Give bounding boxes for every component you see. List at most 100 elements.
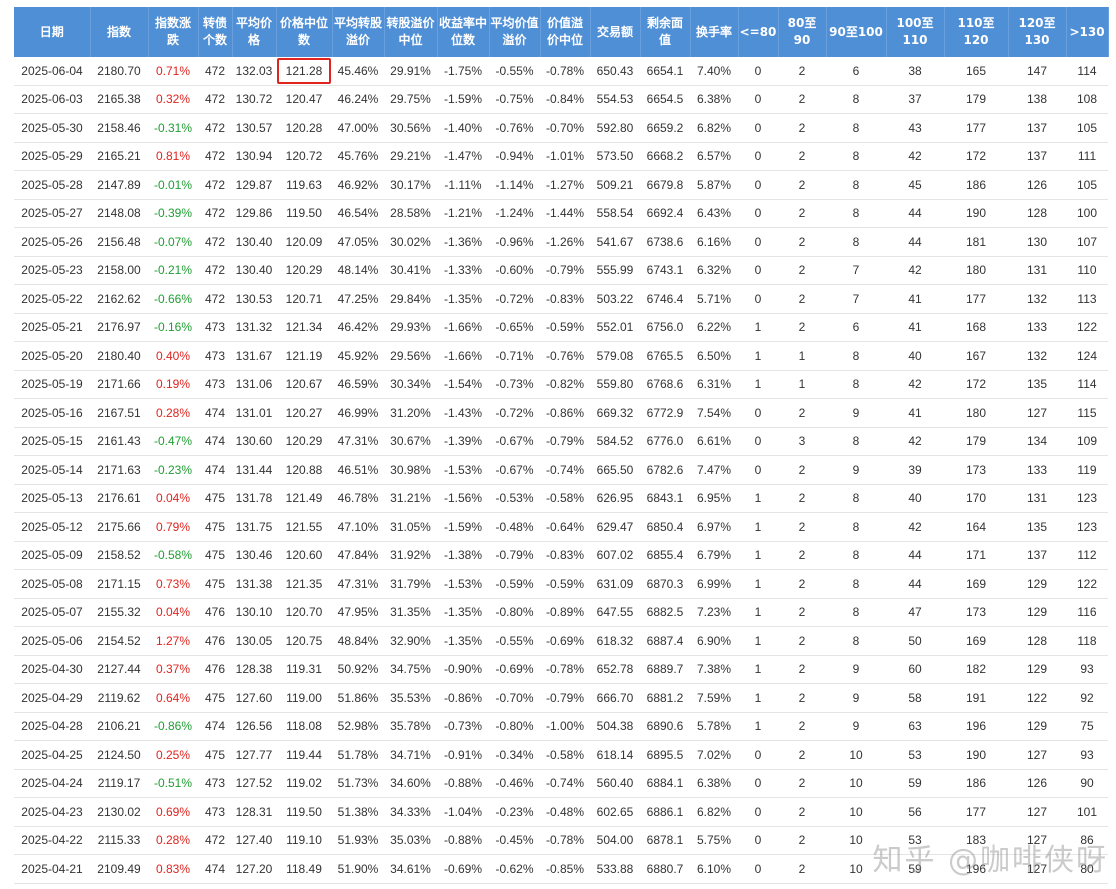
table-cell: 6.61%: [690, 427, 738, 456]
table-cell: 2025-05-30: [14, 113, 90, 143]
table-cell: 2: [778, 256, 826, 285]
column-header[interactable]: 指数: [90, 7, 149, 57]
table-cell: 6886.1: [640, 797, 690, 827]
table-row: 2025-05-22 2162.62 -0.66% 472 130.53 120.71 47…: [14, 284, 1108, 314]
table-cell: 6.82%: [690, 113, 738, 143]
column-header[interactable]: >130: [1066, 7, 1109, 57]
table-cell: 0.81%: [148, 142, 198, 171]
table-cell: 2119.17: [90, 769, 148, 798]
table-cell: 105: [1066, 113, 1108, 143]
table-cell: 6.43%: [690, 199, 738, 228]
table-cell: 127: [1008, 740, 1066, 770]
table-cell: 2025-05-27: [14, 199, 90, 228]
table-cell: 6881.2: [640, 683, 690, 713]
column-header[interactable]: <=80: [738, 7, 779, 57]
column-header[interactable]: 收益率中位数: [437, 7, 490, 57]
table-cell: 51.73%: [332, 769, 384, 798]
table-cell: 177: [944, 113, 1008, 143]
table-cell: 31.05%: [384, 512, 437, 542]
table-cell: 129.86: [232, 199, 276, 228]
column-header[interactable]: 110至120: [944, 7, 1009, 57]
table-cell: 7: [826, 256, 886, 285]
table-cell: 2: [778, 655, 826, 684]
column-header[interactable]: 80至90: [778, 7, 827, 57]
column-header[interactable]: 100至110: [886, 7, 945, 57]
table-cell: -0.59%: [540, 569, 590, 599]
table-cell: 2175.66: [90, 512, 148, 542]
table-cell: 6.22%: [690, 313, 738, 342]
table-cell: 473: [198, 797, 232, 827]
table-cell: 2176.97: [90, 313, 148, 342]
table-cell: 0: [738, 142, 778, 171]
column-header[interactable]: 价值溢价中位: [540, 7, 591, 57]
column-header[interactable]: 平均价格: [232, 7, 277, 57]
table-cell: 474: [198, 854, 232, 884]
table-cell: -0.72%: [489, 398, 540, 428]
table-cell: 9: [826, 655, 886, 684]
table-cell: 2025-05-14: [14, 455, 90, 485]
table-cell: 0: [738, 826, 778, 855]
column-header[interactable]: 换手率: [690, 7, 739, 57]
table-cell: 127.60: [232, 683, 276, 713]
table-cell: 31.35%: [384, 598, 437, 627]
table-cell: 2025-05-19: [14, 370, 90, 399]
table-cell: -0.88%: [437, 769, 489, 798]
table-cell: 37: [886, 85, 944, 114]
table-cell: 6692.4: [640, 199, 690, 228]
column-header[interactable]: 90至100: [826, 7, 887, 57]
table-cell: 111: [1066, 142, 1108, 171]
table-cell: 177: [944, 284, 1008, 314]
table-cell: 0: [738, 57, 778, 86]
table-cell: 6782.6: [640, 455, 690, 485]
table-cell: 473: [198, 769, 232, 798]
table-cell: 2025-06-03: [14, 85, 90, 114]
column-header[interactable]: 平均转股溢价: [332, 7, 385, 57]
table-cell: 170: [944, 484, 1008, 513]
table-cell: 44: [886, 541, 944, 570]
table-cell: -0.79%: [540, 256, 590, 285]
table-cell: 47.95%: [332, 598, 384, 627]
table-cell: 473: [198, 313, 232, 342]
table-cell: 6738.6: [640, 227, 690, 257]
table-cell: -1.43%: [437, 398, 489, 428]
table-cell: 2: [778, 227, 826, 257]
table-row: 2025-04-25 2124.50 0.25% 475 127.77 119.44 51.…: [14, 740, 1108, 770]
table-cell: 186: [944, 170, 1008, 200]
bond-stats-table: 日期 指数 指数涨跌 转债个数 平均价格 价格中位数 平均转股溢价 转股溢价中位 收益率中位数平…: [14, 7, 1109, 884]
table-cell: 128.31: [232, 797, 276, 827]
table-cell: 44: [886, 199, 944, 228]
table-cell: 6.90%: [690, 626, 738, 656]
table-cell: 2171.66: [90, 370, 148, 399]
column-header[interactable]: 120至130: [1008, 7, 1067, 57]
column-header[interactable]: 转债个数: [198, 7, 233, 57]
table-cell: -0.88%: [437, 826, 489, 855]
table-cell: 2: [778, 797, 826, 827]
column-header[interactable]: 日期: [14, 7, 91, 57]
table-cell: 29.75%: [384, 85, 437, 114]
table-cell: 137: [1008, 142, 1066, 171]
table-cell: 93: [1066, 655, 1108, 684]
table-cell: 475: [198, 740, 232, 770]
table-cell: -1.33%: [437, 256, 489, 285]
table-cell: 53: [886, 826, 944, 855]
table-cell: 2158.46: [90, 113, 148, 143]
table-row: 2025-05-28 2147.89 -0.01% 472 129.87 119.63 46…: [14, 170, 1108, 200]
table-cell: 0.04%: [148, 598, 198, 627]
table-cell: 472: [198, 227, 232, 257]
table-cell: 2025-04-30: [14, 655, 90, 684]
table-cell: 59: [886, 769, 944, 798]
table-cell: 0.25%: [148, 740, 198, 770]
column-header[interactable]: 转股溢价中位: [384, 7, 438, 57]
table-cell: 47: [886, 598, 944, 627]
table-cell: 127.77: [232, 740, 276, 770]
column-header[interactable]: 交易额: [590, 7, 641, 57]
table-cell: 2: [778, 826, 826, 855]
column-header[interactable]: 剩余面值: [640, 7, 691, 57]
table-cell: 6768.6: [640, 370, 690, 399]
column-header[interactable]: 平均价值溢价: [489, 7, 541, 57]
table-cell: 127: [1008, 826, 1066, 855]
table-cell: -0.84%: [540, 85, 590, 114]
column-header[interactable]: 价格中位数: [276, 7, 333, 57]
column-header[interactable]: 指数涨跌: [148, 7, 199, 57]
table-cell: 2: [778, 170, 826, 200]
